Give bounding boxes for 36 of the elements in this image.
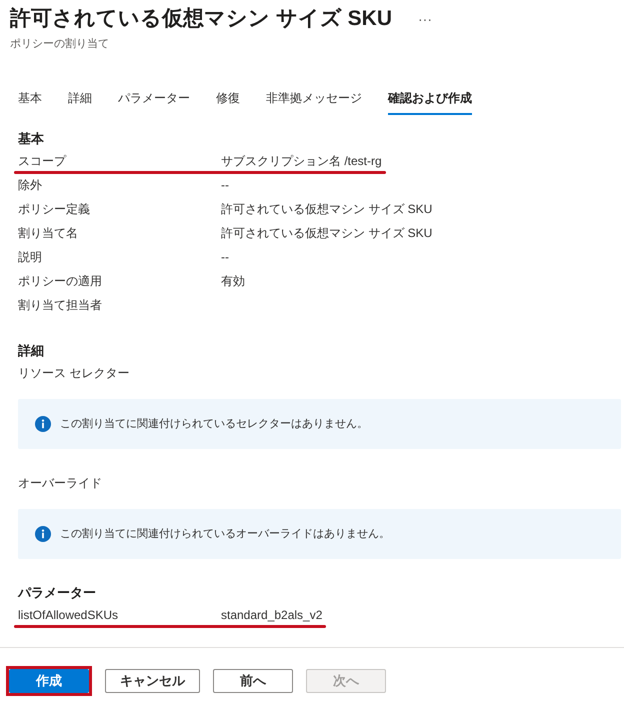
secondary-button[interactable]: キャンセル: [105, 669, 200, 693]
secondary-button[interactable]: 前へ: [213, 669, 293, 693]
section-heading: 詳細: [18, 342, 44, 360]
tab[interactable]: 非準拠メッセージ: [266, 89, 362, 115]
tab[interactable]: 詳細: [68, 89, 92, 115]
tab[interactable]: パラメーター: [118, 89, 190, 115]
field-label: 説明: [18, 249, 43, 266]
section-heading: パラメーター: [18, 584, 96, 602]
primary-button[interactable]: 作成: [9, 669, 89, 693]
field-value: standard_b2als_v2: [221, 607, 322, 624]
field-value: 許可されている仮想マシン サイズ SKU: [221, 225, 432, 242]
field-value: 有効: [221, 273, 245, 290]
subsection-label: リソース セレクター: [18, 365, 130, 382]
field-value: サブスクリプション名 /test-rg: [221, 153, 382, 170]
field-label: 割り当て担当者: [18, 297, 103, 314]
field-label: ポリシーの適用: [18, 273, 103, 290]
tab[interactable]: 基本: [18, 89, 42, 115]
field-label: スコープ: [18, 153, 68, 170]
field-value: --: [221, 177, 229, 194]
more-button[interactable]: ···: [414, 9, 436, 29]
info-icon: [35, 416, 51, 432]
subsection-label: オーバーライド: [18, 475, 102, 492]
info-message: この割り当てに関連付けられているセレクターはありません。: [60, 416, 368, 432]
field-label: 割り当て名: [18, 225, 79, 242]
section-heading: 基本: [18, 130, 44, 148]
field-label: 除外: [18, 177, 43, 194]
tab[interactable]: 確認および作成: [388, 89, 472, 115]
tab[interactable]: 修復: [216, 89, 240, 115]
info-icon: [35, 526, 51, 542]
field-value: --: [221, 249, 229, 266]
page-subtitle: ポリシーの割り当て: [10, 36, 109, 52]
field-label: listOfAllowedSKUs: [18, 607, 120, 624]
field-value: 許可されている仮想マシン サイズ SKU: [221, 201, 432, 218]
field-label: ポリシー定義: [18, 201, 91, 218]
info-message: この割り当てに関連付けられているオーバーライドはありません。: [60, 526, 390, 542]
page-title: 許可されている仮想マシン サイズ SKU: [10, 6, 392, 32]
